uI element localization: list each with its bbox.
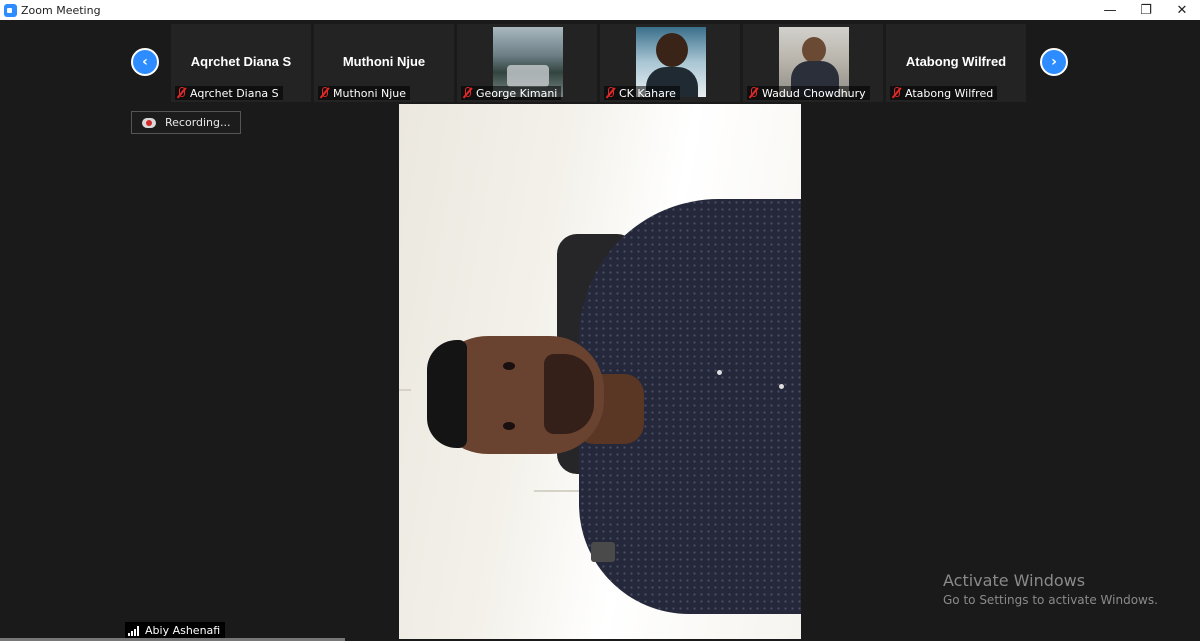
restore-button[interactable]: ❐ [1128,0,1164,20]
mic-muted-icon [461,87,473,99]
participant-name-label: CK Kahare [604,86,680,100]
participant-display-name: Muthoni Njue [342,54,426,69]
video-person-eye [503,422,515,430]
participant-tile-muthoni[interactable]: Muthoni Njue Muthoni Njue [314,24,454,102]
active-speaker-video [399,104,801,639]
previous-page-button[interactable]: ‹ [131,48,159,76]
video-shirt-button [717,370,722,375]
participant-name-label: Wadud Chowdhury [747,86,870,100]
zoom-app-icon [4,3,17,17]
cloud-recording-icon [142,117,156,128]
video-person-beard [544,354,594,434]
activate-windows-title: Activate Windows [943,571,1086,590]
close-button[interactable]: ✕ [1164,0,1200,20]
title-bar: Zoom Meeting — ❐ ✕ [0,0,1200,20]
participant-label-text: Atabong Wilfred [905,86,994,100]
participant-tile-aqrchet[interactable]: Aqrchet Diana S Aqrchet Diana S [171,24,311,102]
minimize-button[interactable]: — [1092,0,1128,20]
mic-muted-icon [604,87,616,99]
participant-strip: ‹ Aqrchet Diana S Aqrchet Diana S Muthon… [0,20,1200,104]
recording-indicator[interactable]: Recording... [131,111,241,134]
activate-windows-watermark: Activate Windows Go to Settings to activ… [943,571,1158,607]
participant-tile-ck[interactable]: CK Kahare [600,24,740,102]
participant-tile-atabong[interactable]: Atabong Wilfred Atabong Wilfred [886,24,1026,102]
video-person-eye [503,362,515,370]
mic-muted-icon [890,87,902,99]
recording-label: Recording... [165,116,231,129]
chevron-right-icon: › [1051,54,1057,70]
participant-name-label: Atabong Wilfred [890,86,998,100]
window-controls: — ❐ ✕ [1092,0,1200,20]
participant-tile-george[interactable]: George Kimani [457,24,597,102]
signal-strength-icon [128,625,141,636]
participant-label-text: CK Kahare [619,86,676,100]
participant-name-label: George Kimani [461,86,562,100]
video-background-object [591,542,615,562]
video-shirt-button [779,384,784,389]
participant-tile-wadud[interactable]: Wadud Chowdhury [743,24,883,102]
activate-windows-subtitle: Go to Settings to activate Windows. [943,593,1158,607]
participant-name-label: Aqrchet Diana S [175,86,283,100]
active-speaker-name: Abiy Ashenafi [145,624,221,637]
mic-muted-icon [747,87,759,99]
next-page-button[interactable]: › [1040,48,1068,76]
active-speaker-name-tag: Abiy Ashenafi [125,622,226,639]
participant-label-text: Muthoni Njue [333,86,407,100]
participant-display-name: Atabong Wilfred [905,54,1007,69]
chevron-left-icon: ‹ [142,54,148,70]
mic-muted-icon [175,87,187,99]
participant-display-name: Aqrchet Diana S [190,54,292,69]
video-person-hair [427,340,467,448]
participant-label-text: Aqrchet Diana S [190,86,279,100]
participant-label-text: Wadud Chowdhury [762,86,866,100]
participant-name-label: Muthoni Njue [318,86,411,100]
window-title: Zoom Meeting [21,3,101,17]
mic-muted-icon [318,87,330,99]
participant-label-text: George Kimani [476,86,558,100]
